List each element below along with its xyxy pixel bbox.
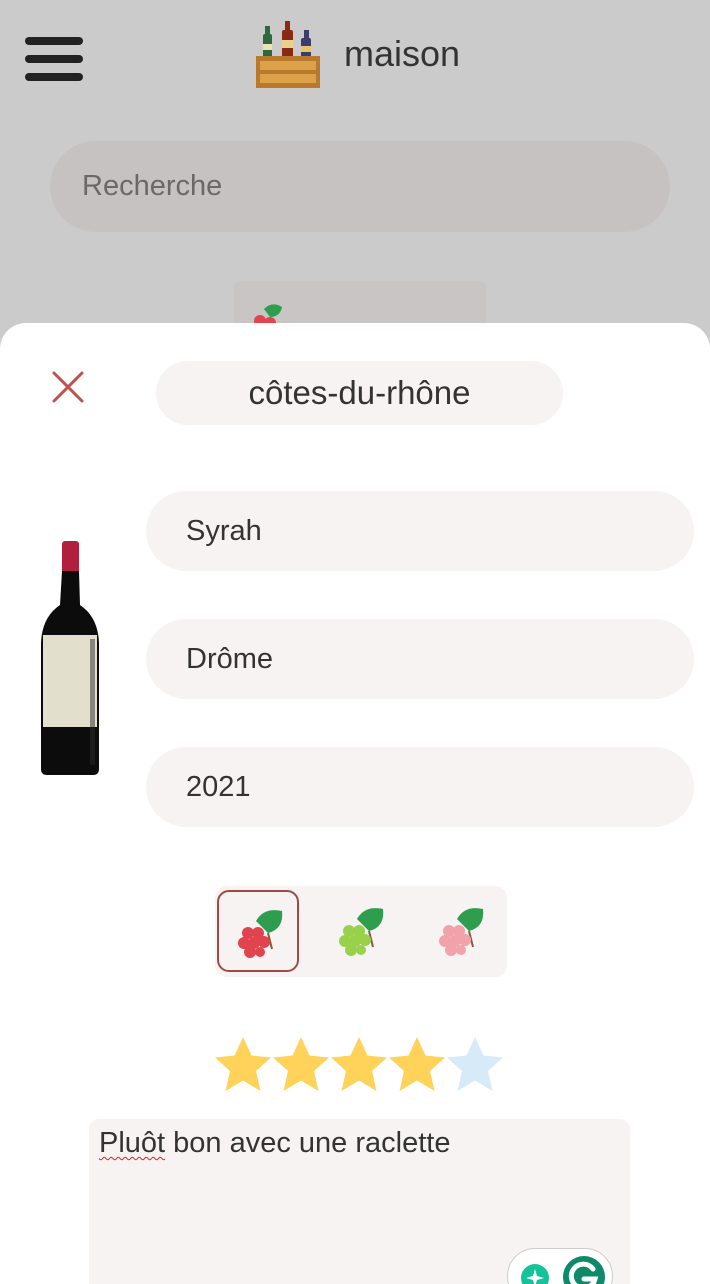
vintage-field[interactable]: 2021 bbox=[146, 747, 694, 827]
grammarly-icon[interactable] bbox=[507, 1248, 613, 1284]
wine-name-field[interactable]: côtes-du-rhône bbox=[156, 361, 563, 425]
star-filled-icon[interactable] bbox=[271, 1035, 331, 1095]
wine-crate-logo bbox=[256, 21, 320, 88]
hamburger-menu-icon[interactable] bbox=[25, 37, 83, 81]
color-option-red[interactable] bbox=[217, 890, 299, 972]
region-field[interactable]: Drôme bbox=[146, 619, 694, 699]
comment-text: bon avec une raclette bbox=[165, 1127, 451, 1159]
wine-color-selector bbox=[215, 886, 507, 977]
menu-bar bbox=[25, 73, 83, 81]
misspelled-word: Pluôt bbox=[99, 1127, 166, 1159]
star-filled-icon[interactable] bbox=[387, 1035, 447, 1095]
rating-stars bbox=[213, 1035, 513, 1095]
star-filled-icon[interactable] bbox=[329, 1035, 389, 1095]
rose-grape-icon bbox=[439, 908, 484, 956]
star-filled-icon[interactable] bbox=[213, 1035, 273, 1095]
grammarly-g-icon bbox=[563, 1256, 605, 1284]
red-wine-bottle-icon bbox=[41, 541, 99, 775]
menu-bar bbox=[25, 37, 83, 45]
grammarly-sparkle-icon bbox=[521, 1264, 549, 1284]
red-grape-icon bbox=[238, 910, 283, 958]
menu-bar bbox=[25, 55, 83, 63]
search-input[interactable] bbox=[50, 141, 670, 232]
grape-variety-field[interactable]: Syrah bbox=[146, 491, 694, 571]
color-option-rose[interactable] bbox=[420, 890, 502, 972]
close-icon[interactable] bbox=[50, 369, 86, 405]
app-title: maison bbox=[344, 33, 461, 74]
star-empty-icon[interactable] bbox=[445, 1035, 505, 1095]
wine-detail-sheet: côtes-du-rhône Syrah Drôme 2021 Pluôt bo… bbox=[0, 323, 710, 1284]
color-option-white[interactable] bbox=[320, 890, 402, 972]
white-grape-icon bbox=[339, 908, 384, 956]
